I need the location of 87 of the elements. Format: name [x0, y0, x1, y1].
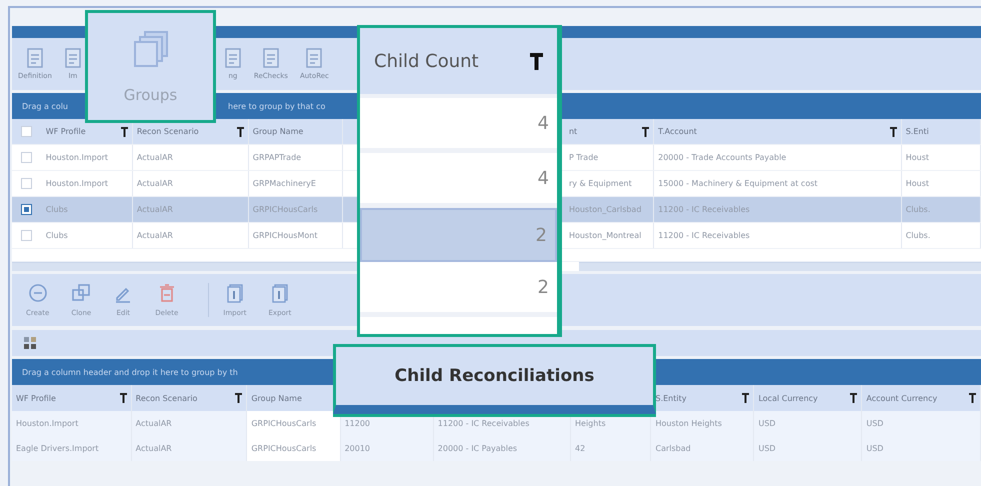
table-cell: P Trade — [568, 153, 598, 162]
column-header[interactable]: Child Count — [374, 50, 479, 72]
document-icon — [262, 48, 280, 68]
table-cell: 2 — [538, 276, 549, 298]
copy-icon — [71, 283, 92, 303]
table-cell: 4 — [538, 112, 549, 134]
checkbox[interactable] — [21, 204, 32, 215]
scrollbar[interactable] — [12, 262, 357, 271]
document-icon — [305, 48, 324, 68]
document-icon — [224, 283, 245, 303]
table-cell: GRPAPTrade — [252, 153, 302, 162]
group-hint: Drag a column header and drop it here to group by th — [22, 368, 238, 376]
table-cell: ActualAR — [136, 419, 172, 428]
table-cell: 20010 — [344, 444, 370, 453]
group-hint: here to group by that co — [228, 102, 326, 110]
table-cell: Clubs. — [906, 205, 930, 214]
document-icon — [270, 283, 290, 303]
table-cell: GRPICHousMont — [252, 231, 318, 240]
table-cell: Clubs. — [906, 231, 930, 240]
table-cell: 11200 — [344, 419, 370, 428]
table-cell: 2 — [536, 224, 547, 246]
table-cell: GRPICHousCarls — [252, 205, 318, 214]
table-cell: ActualAR — [136, 205, 173, 214]
table-cell: USD — [758, 419, 776, 428]
column-header[interactable]: Recon Scenario — [136, 394, 198, 402]
column-header[interactable]: Group Name — [251, 394, 302, 402]
table-cell: 11200 - IC Receivables — [438, 419, 530, 428]
filter-icon[interactable] — [969, 393, 976, 403]
filter-icon[interactable] — [642, 126, 650, 136]
column-header[interactable]: Account Currency — [866, 394, 938, 402]
table-cell: 4 — [538, 168, 549, 188]
table-cell: Houston.Import — [16, 419, 78, 428]
table-cell: 11200 - IC Receivables — [658, 231, 750, 240]
column-header[interactable]: S.Entity — [655, 394, 686, 402]
column-header[interactable]: S.Enti — [906, 127, 929, 136]
column-header[interactable]: T.Account — [658, 127, 697, 136]
table-cell: Heights — [575, 419, 606, 428]
group-hint: Drag a colu — [22, 102, 68, 110]
plus-circle-icon — [28, 283, 48, 303]
filter-icon[interactable] — [530, 52, 543, 70]
table-cell: ActualAR — [136, 179, 173, 188]
column-header[interactable]: nt — [568, 127, 578, 136]
table-cell: ActualAR — [136, 231, 173, 240]
scrollbar-track[interactable] — [579, 262, 981, 271]
table-cell: Houston Heights — [655, 419, 722, 428]
table-cell: Clubs — [46, 205, 68, 214]
table-cell: GRPICHousCarls — [251, 444, 316, 453]
table-cell: Houston_Carlsbad — [568, 205, 642, 214]
table-cell: GRPICHousCarls — [251, 419, 316, 428]
table-cell: ActualAR — [136, 444, 172, 453]
table-cell: GRPMachineryE — [252, 179, 316, 188]
table-cell: Houst — [906, 153, 930, 162]
table-cell: 11200 - IC Receivables — [658, 205, 750, 214]
table-cell: USD — [866, 419, 884, 428]
filter-icon[interactable] — [120, 393, 127, 403]
column-header[interactable]: Group Name — [252, 127, 304, 136]
table-cell: USD — [866, 444, 884, 453]
grid-icon[interactable] — [24, 337, 36, 349]
table-cell: USD — [758, 444, 776, 453]
filter-icon[interactable] — [890, 126, 897, 136]
table-cell: Houston.Import — [46, 153, 108, 162]
table-cell: ry & Equipment — [568, 179, 632, 188]
column-header[interactable]: WF Profile — [16, 394, 56, 402]
filter-icon[interactable] — [235, 393, 242, 403]
table-cell: Clubs — [46, 231, 68, 240]
column-header[interactable]: Recon Scenario — [136, 127, 199, 136]
document-icon — [64, 48, 82, 68]
table-cell: 20000 - IC Payables — [438, 444, 518, 453]
filter-icon[interactable] — [742, 393, 750, 403]
table-cell: Houst — [906, 179, 930, 188]
table-cell: Carlsbad — [655, 444, 691, 453]
table-cell: Houston_Montreal — [568, 231, 642, 240]
column-header[interactable]: WF Profile — [46, 127, 86, 136]
groups-label: Groups — [124, 86, 178, 104]
table-cell: 15000 - Machinery & Equipment at cost — [658, 179, 818, 188]
document-icon — [26, 48, 44, 68]
document-icon — [224, 48, 242, 68]
table-cell: Houston.Import — [46, 179, 108, 188]
table-cell: 42 — [575, 444, 586, 453]
table-cell: ActualAR — [136, 153, 173, 162]
filter-icon[interactable] — [850, 393, 858, 403]
table-cell: Eagle Drivers.Import — [16, 444, 99, 453]
column-header[interactable]: Local Currency — [758, 394, 818, 402]
table-cell: 20000 - Trade Accounts Payable — [658, 153, 786, 162]
filter-icon[interactable] — [120, 126, 128, 136]
filter-icon[interactable] — [236, 126, 244, 136]
callout-title: Child Reconciliations — [394, 366, 594, 386]
